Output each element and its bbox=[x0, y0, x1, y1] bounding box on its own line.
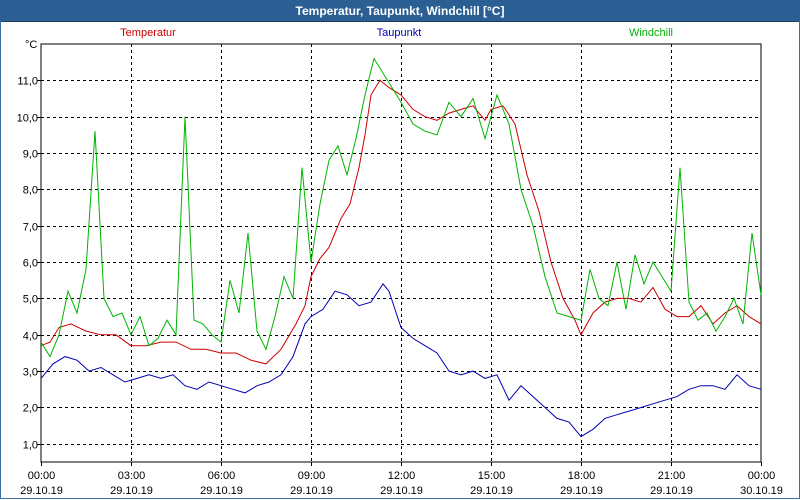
x-tick-label-date: 29.10.19 bbox=[650, 485, 693, 497]
y-tick-label: 5,0 bbox=[23, 294, 38, 306]
x-tick-label-date: 29.10.19 bbox=[290, 485, 333, 497]
x-tick-label-time: 06:00 bbox=[208, 470, 236, 482]
legend-label-temperatur: Temperatur bbox=[120, 27, 176, 39]
x-tick-label-time: 15:00 bbox=[478, 470, 506, 482]
x-tick-label-date: 29.10.19 bbox=[20, 485, 63, 497]
x-tick-label-time: 03:00 bbox=[118, 470, 146, 482]
x-tick-label-date: 29.10.19 bbox=[200, 485, 243, 497]
x-tick-label-time: 00:00 bbox=[748, 470, 776, 482]
y-tick-label: 6,0 bbox=[23, 258, 38, 270]
y-axis-label: °C bbox=[25, 39, 37, 51]
x-tick-label-date: 29.10.19 bbox=[470, 485, 513, 497]
chart-canvas: 1,0 2,0 3,0 4,0 5,0 6,0 7,0 8,0 9,0 10,0 11,0 °C 00:… bbox=[17, 27, 783, 497]
legend-label-windchill: Windchill bbox=[629, 27, 673, 39]
y-tick-label: 1,0 bbox=[23, 440, 38, 452]
y-tick-label: 2,0 bbox=[23, 403, 38, 415]
series-line-taupunkt bbox=[40, 283, 762, 438]
y-tick-label: 8,0 bbox=[23, 185, 38, 197]
legend-label-taupunkt: Taupunkt bbox=[377, 27, 422, 39]
y-tick-label: 4,0 bbox=[23, 331, 38, 343]
x-tick-label-date: 29.10.19 bbox=[380, 485, 423, 497]
y-tick-label: 7,0 bbox=[23, 222, 38, 234]
y-tick-label: 10,0 bbox=[17, 113, 38, 125]
x-tick-label-date: 29.10.19 bbox=[110, 485, 153, 497]
y-tick-label: 3,0 bbox=[23, 367, 38, 379]
x-tick-label-time: 09:00 bbox=[298, 470, 326, 482]
x-tick-label-date: 29.10.19 bbox=[560, 485, 603, 497]
x-tick-label-date: 30.10.19 bbox=[740, 485, 783, 497]
x-tick-label-time: 18:00 bbox=[568, 470, 596, 482]
y-tick-label: 11,0 bbox=[17, 76, 38, 88]
x-tick-label-time: 21:00 bbox=[658, 470, 686, 482]
x-tick-label-time: 12:00 bbox=[388, 470, 416, 482]
y-tick-label: 9,0 bbox=[23, 149, 38, 161]
x-tick-label-time: 00:00 bbox=[28, 470, 56, 482]
